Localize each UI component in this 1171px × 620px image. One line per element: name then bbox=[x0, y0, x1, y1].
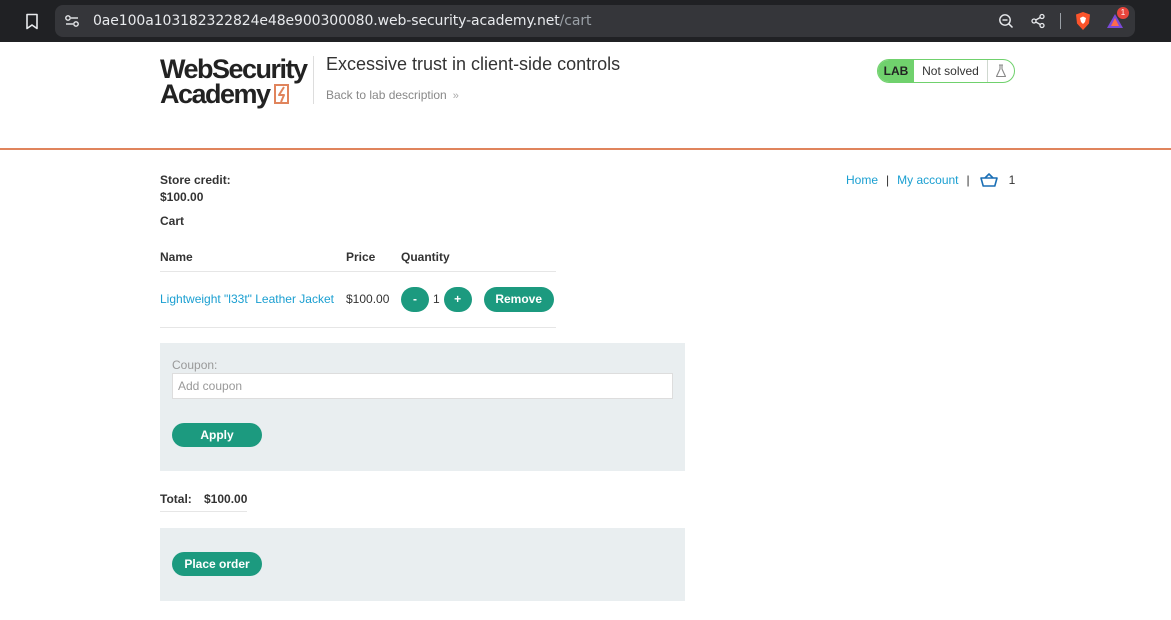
cart-table-header: Name Price Quantity bbox=[160, 244, 556, 272]
column-header-name: Name bbox=[160, 244, 346, 272]
lab-status-widget: LAB Not solved bbox=[877, 59, 1015, 83]
zoom-out-icon[interactable] bbox=[996, 11, 1016, 31]
cart-basket-icon[interactable] bbox=[979, 172, 998, 188]
url-text[interactable]: 0ae100a103182322824e48e900300080.web-sec… bbox=[93, 13, 592, 29]
share-icon[interactable] bbox=[1028, 11, 1048, 31]
bookmark-icon[interactable] bbox=[22, 11, 42, 31]
logo-line-2: Academy bbox=[160, 81, 310, 108]
nav-separator: | bbox=[886, 173, 890, 187]
store-credit-label: Store credit: bbox=[160, 173, 231, 187]
lab-status-text: Not solved bbox=[914, 60, 988, 82]
logo-bolt-icon bbox=[273, 84, 289, 104]
cart-page: Store credit: $100.00 Cart Home | My acc… bbox=[0, 150, 1171, 620]
notification-badge: 1 bbox=[1117, 7, 1129, 19]
order-total: Total: $100.00 bbox=[160, 492, 247, 512]
product-link[interactable]: Lightweight "l33t" Leather Jacket bbox=[160, 292, 334, 306]
site-info-icon[interactable] bbox=[63, 12, 81, 30]
coupon-input[interactable] bbox=[172, 373, 673, 399]
column-header-price: Price bbox=[346, 244, 401, 272]
place-order-button[interactable]: Place order bbox=[172, 552, 262, 576]
coupon-label: Coupon: bbox=[172, 358, 218, 372]
cart-table: Name Price Quantity Lightweight "l33t" L… bbox=[160, 244, 556, 328]
web-security-academy-logo[interactable]: WebSecurity Academy bbox=[160, 56, 310, 112]
logo-divider bbox=[313, 56, 314, 104]
total-value: $100.00 bbox=[204, 492, 248, 506]
coupon-panel: Coupon: Apply bbox=[160, 343, 685, 471]
flask-icon bbox=[988, 60, 1014, 82]
lab-tag: LAB bbox=[878, 60, 914, 82]
address-bar-actions: 1 bbox=[996, 7, 1129, 31]
quantity-value: 1 bbox=[433, 292, 440, 306]
place-order-panel: Place order bbox=[160, 528, 685, 601]
nav-my-account-link[interactable]: My account bbox=[897, 173, 958, 187]
cart-item-count: 1 bbox=[1008, 173, 1016, 187]
url-host: 0ae100a103182322824e48e900300080.web-sec… bbox=[93, 13, 560, 29]
cart-item-name-cell: Lightweight "l33t" Leather Jacket bbox=[160, 271, 346, 328]
browser-toolbar: 0ae100a103182322824e48e900300080.web-sec… bbox=[0, 0, 1171, 42]
back-link-label: Back to lab description bbox=[326, 88, 447, 102]
lab-title: Excessive trust in client-side controls bbox=[326, 54, 621, 74]
lab-header: WebSecurity Academy Excessive trust in c… bbox=[0, 42, 1171, 150]
toolbar-separator bbox=[1060, 13, 1061, 29]
nav-home-link[interactable]: Home bbox=[846, 173, 878, 187]
table-row: Lightweight "l33t" Leather Jacket $100.0… bbox=[160, 271, 556, 328]
column-header-quantity: Quantity bbox=[401, 244, 556, 272]
nav-separator: | bbox=[966, 173, 970, 187]
remove-item-button[interactable]: Remove bbox=[483, 286, 554, 312]
total-label: Total: bbox=[160, 492, 192, 506]
decrease-quantity-button[interactable]: - bbox=[401, 286, 429, 312]
cart-heading: Cart bbox=[160, 214, 185, 228]
cart-item-price: $100.00 bbox=[346, 271, 401, 328]
double-chevron-right-icon: » bbox=[452, 90, 459, 102]
store-credit-value: $100.00 bbox=[160, 190, 204, 204]
address-bar[interactable]: 0ae100a103182322824e48e900300080.web-sec… bbox=[55, 5, 1135, 37]
increase-quantity-button[interactable]: + bbox=[443, 286, 472, 312]
top-navigation: Home | My account | 1 bbox=[846, 172, 1015, 188]
back-to-lab-description-link[interactable]: Back to lab description » bbox=[326, 88, 459, 102]
brave-shield-icon[interactable] bbox=[1073, 11, 1093, 31]
url-path: /cart bbox=[559, 13, 592, 29]
brave-rewards-icon[interactable]: 1 bbox=[1105, 7, 1129, 31]
cart-item-quantity-cell: - 1 + Remove bbox=[401, 271, 556, 328]
apply-coupon-button[interactable]: Apply bbox=[172, 423, 262, 447]
